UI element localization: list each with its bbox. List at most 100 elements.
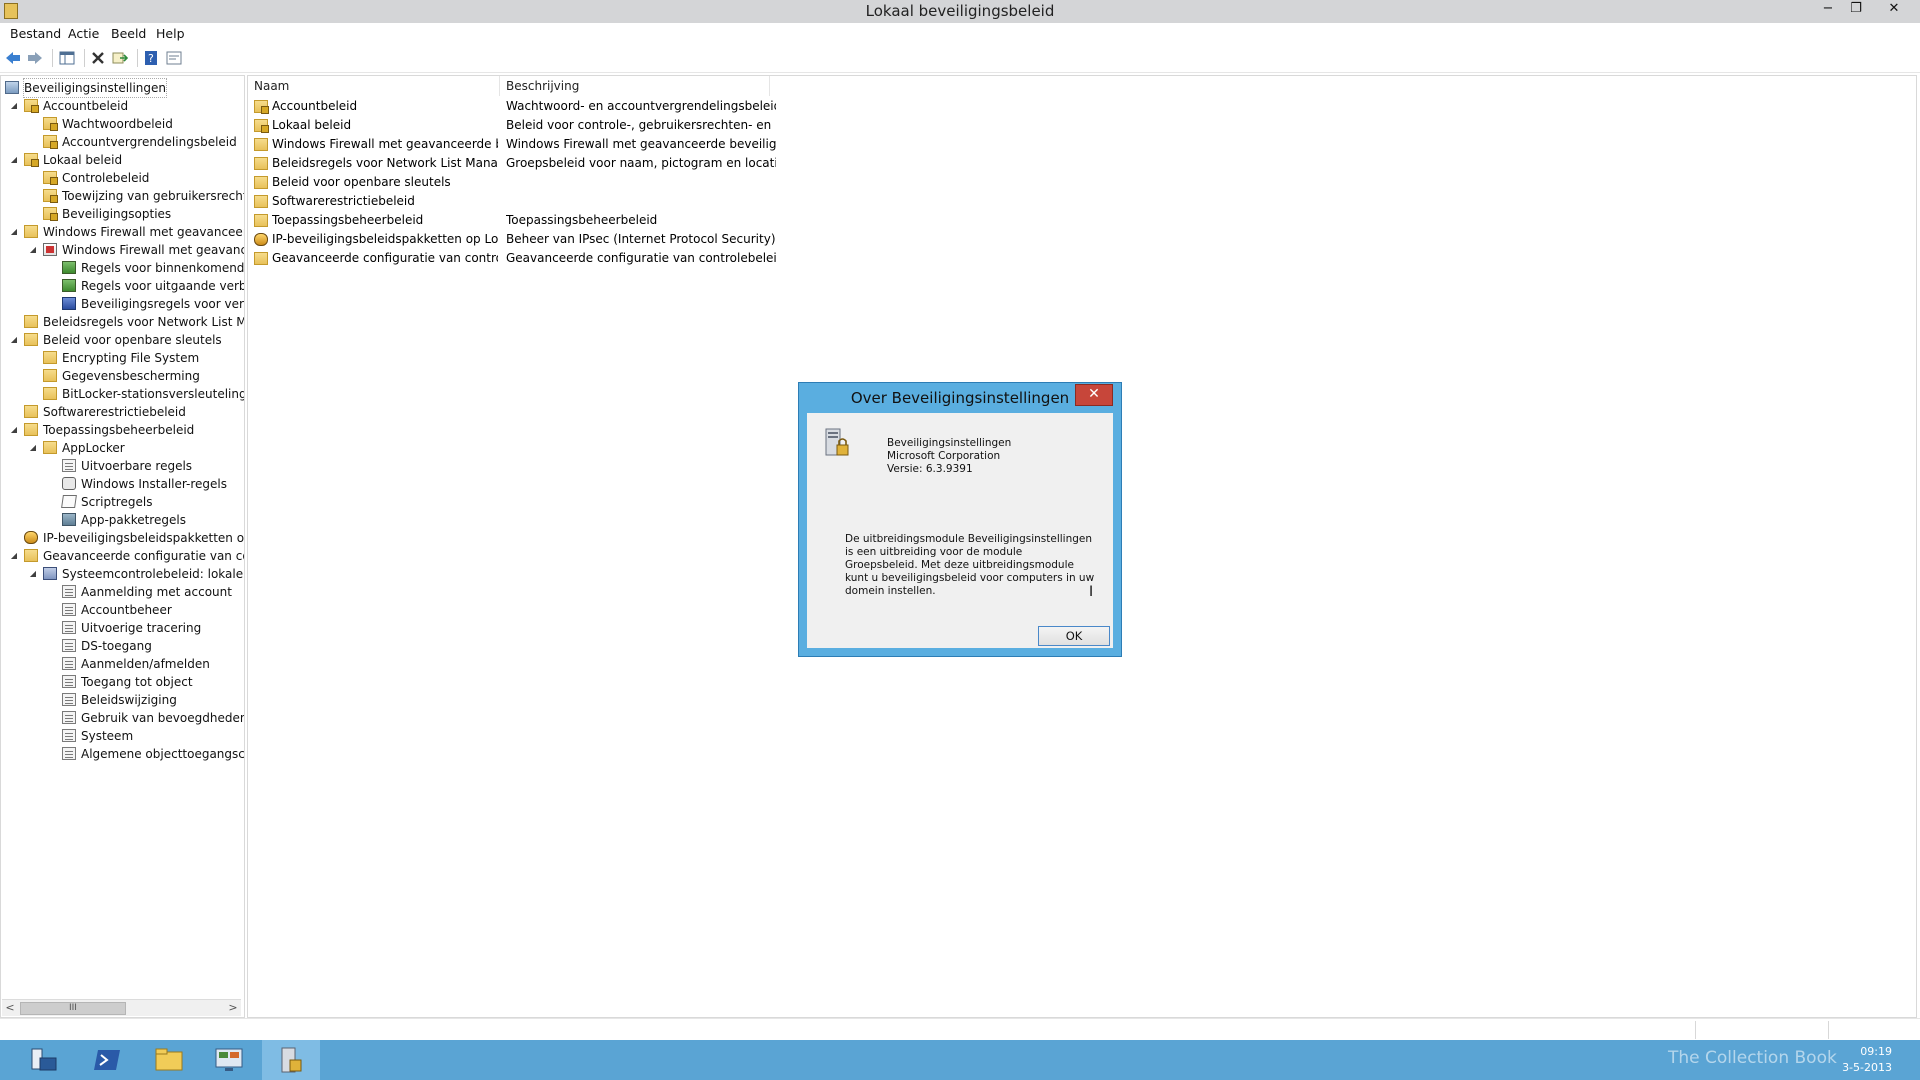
minimize-button[interactable]: − <box>1814 0 1842 20</box>
dialog-close-button[interactable]: ✕ <box>1075 384 1113 406</box>
tree-item[interactable]: App-pakketregels <box>1 511 242 529</box>
list-row[interactable]: Geavanceerde configuratie van controleb.… <box>248 249 1248 268</box>
scroll-right-button[interactable]: > <box>225 1000 241 1016</box>
tree-item-label: Aanmelding met account <box>81 585 232 599</box>
server-manager-icon[interactable] <box>14 1040 72 1080</box>
tree-item[interactable]: Toewijzing van gebruikersrechten <box>1 187 244 205</box>
status-bar <box>0 1018 1920 1041</box>
tree-item[interactable]: Beveiligingsinstellingen <box>1 78 242 98</box>
tree-item[interactable]: ◢ Beleid voor openbare sleutels <box>1 331 242 349</box>
folder-icon <box>43 369 57 382</box>
tree-item[interactable]: Algemene objecttoegangscon <box>1 745 244 763</box>
restore-button[interactable]: ❐ <box>1842 0 1870 20</box>
delete-icon[interactable] <box>89 49 107 67</box>
list-row[interactable]: Accountbeleid Wachtwoord- en accountvergr… <box>248 97 1248 116</box>
tree-item[interactable]: ◢ Systeemcontrolebeleid: lokale gro <box>1 565 244 583</box>
tree-item[interactable]: ◢ Lokaal beleid <box>1 151 242 169</box>
tree-item[interactable]: BitLocker-stationsversleuteling <box>1 385 244 403</box>
properties-icon[interactable] <box>165 49 183 67</box>
show-hide-tree-icon[interactable] <box>58 49 76 67</box>
list-row[interactable]: IP-beveiligingsbeleidspakketten op Lokal… <box>248 230 1248 249</box>
list-row[interactable]: Windows Firewall met geavanceerde bev...… <box>248 135 1248 154</box>
scroll-left-button[interactable]: < <box>2 1000 18 1016</box>
console-tree[interactable]: Beveiligingsinstellingen ◢ Accountbeleid Wa… <box>0 75 245 1018</box>
list-row[interactable]: Softwarerestrictiebeleid <box>248 192 1248 211</box>
menu-actie[interactable]: Actie <box>68 26 99 41</box>
tree-item[interactable]: Regels voor uitgaande verbind <box>1 277 244 295</box>
tree-item-label: Beveiligingsregels voor verbind <box>81 297 244 311</box>
tree-item[interactable]: Wachtwoordbeleid <box>1 115 242 133</box>
tree-item[interactable]: IP-beveiligingsbeleidspakketten op Lo <box>1 529 244 547</box>
list-row[interactable]: Toepassingsbeheerbeleid Toepassingsbeheer… <box>248 211 1248 230</box>
control-panel-icon[interactable] <box>200 1040 258 1080</box>
local-security-policy-icon[interactable] <box>262 1040 320 1080</box>
tree-item[interactable]: Scriptregels <box>1 493 242 511</box>
list-row[interactable]: Beleidsregels voor Network List Manager G… <box>248 154 1248 173</box>
tree-item[interactable]: Uitvoerbare regels <box>1 457 242 475</box>
tree-item-label: Toepassingsbeheerbeleid <box>43 423 195 437</box>
back-icon[interactable] <box>4 49 22 67</box>
tree-item[interactable]: Uitvoerige tracering <box>1 619 242 637</box>
file-explorer-icon[interactable] <box>140 1040 198 1080</box>
expand-arrow-icon[interactable]: ◢ <box>28 565 38 583</box>
expand-arrow-icon[interactable]: ◢ <box>9 421 19 439</box>
close-window-button[interactable]: ✕ <box>1880 0 1908 20</box>
tree-item-label: Lokaal beleid <box>43 153 123 167</box>
tree-item[interactable]: Gegevensbescherming <box>1 367 242 385</box>
tree-item[interactable]: Aanmelding met account <box>1 583 242 601</box>
tree-item[interactable]: ◢ Windows Firewall met geavanceerde b <box>1 223 244 241</box>
tree-item[interactable]: Accountvergrendelingsbeleid <box>1 133 242 151</box>
menu-bestand[interactable]: Bestand <box>10 26 61 41</box>
list-row[interactable]: Lokaal beleid Beleid voor controle-, gebr… <box>248 116 1248 135</box>
tree-item[interactable]: Toegang tot object <box>1 673 242 691</box>
expand-arrow-icon[interactable]: ◢ <box>28 241 38 259</box>
tree-item[interactable]: Softwarerestrictiebeleid <box>1 403 242 421</box>
tree-item[interactable]: ◢ Toepassingsbeheerbeleid <box>1 421 242 439</box>
tree-item[interactable]: Beveiligingsopties <box>1 205 242 223</box>
column-header-naam[interactable]: Naam <box>248 76 500 96</box>
help-icon[interactable]: ? <box>142 49 160 67</box>
expand-arrow-icon[interactable]: ◢ <box>9 547 19 565</box>
tree-item-label: Gegevensbescherming <box>62 369 200 383</box>
tree-item[interactable]: Encrypting File System <box>1 349 242 367</box>
tree-item[interactable]: Beveiligingsregels voor verbind <box>1 295 244 313</box>
tree-item[interactable]: Windows Installer-regels <box>1 475 242 493</box>
expand-arrow-icon[interactable]: ◢ <box>28 439 38 457</box>
expand-arrow-icon[interactable]: ◢ <box>9 331 19 349</box>
menu-beeld[interactable]: Beeld <box>111 26 146 41</box>
tree-item[interactable]: Beleidswijziging <box>1 691 242 709</box>
expand-arrow-icon[interactable]: ◢ <box>9 223 19 241</box>
tree-item-label: Geavanceerde configuratie van contro <box>43 549 244 563</box>
expand-arrow-icon[interactable]: ◢ <box>9 97 19 115</box>
column-header-beschrijving[interactable]: Beschrijving <box>500 76 770 96</box>
tree-item[interactable]: Aanmelden/afmelden <box>1 655 242 673</box>
tree-item[interactable]: Accountbeheer <box>1 601 242 619</box>
export-icon[interactable] <box>111 49 129 67</box>
tree-item[interactable]: Controlebeleid <box>1 169 242 187</box>
clock[interactable]: 09:19 3-5-2013 <box>1842 1044 1892 1076</box>
doc-icon <box>62 585 76 598</box>
tree-horizontal-scrollbar[interactable]: < III > <box>2 999 241 1016</box>
forward-icon[interactable] <box>26 49 44 67</box>
menu-help[interactable]: Help <box>156 26 185 41</box>
tree-item[interactable]: Gebruik van bevoegdheden <box>1 709 244 727</box>
tree-item[interactable]: ◢ AppLocker <box>1 439 242 457</box>
tree-item[interactable]: ◢ Windows Firewall met geavanceer <box>1 241 244 259</box>
tree-item-label: DS-toegang <box>81 639 152 653</box>
tree-item[interactable]: DS-toegang <box>1 637 242 655</box>
expand-arrow-icon[interactable]: ◢ <box>9 151 19 169</box>
tree-item-label: Uitvoerige tracering <box>81 621 202 635</box>
list-row[interactable]: Beleid voor openbare sleutels <box>248 173 1248 192</box>
tree-item[interactable]: ◢ Geavanceerde configuratie van contro <box>1 547 244 565</box>
tree-item-label: Controlebeleid <box>62 171 150 185</box>
powershell-icon[interactable] <box>78 1040 136 1080</box>
tree-item[interactable]: Regels voor binnenkomende v <box>1 259 244 277</box>
tree-item[interactable]: ◢ Accountbeleid <box>1 97 242 115</box>
tree-item-label: Softwarerestrictiebeleid <box>43 405 186 419</box>
tree-item[interactable]: Beleidsregels voor Network List Mana <box>1 313 244 331</box>
scroll-thumb[interactable]: III <box>20 1002 126 1015</box>
tree-item[interactable]: Systeem <box>1 727 242 745</box>
ok-button[interactable]: OK <box>1038 626 1110 646</box>
